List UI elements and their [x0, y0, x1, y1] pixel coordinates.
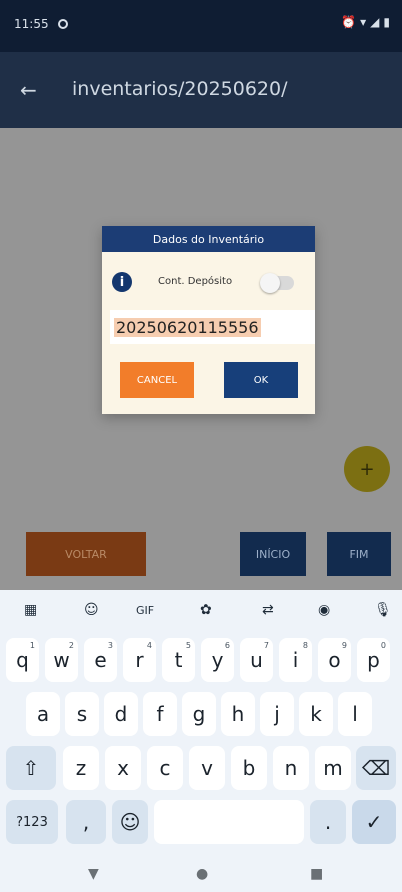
back-nav-icon[interactable]: ▼ — [88, 866, 99, 882]
sticker-icon[interactable]: ☺ — [84, 602, 99, 618]
key-hint: 7 — [263, 641, 269, 650]
key-hint: 4 — [146, 641, 152, 650]
alarm-icon: ⏰ — [341, 15, 357, 29]
cancel-button[interactable]: CANCEL — [120, 362, 194, 398]
key-u[interactable]: u7 — [240, 638, 273, 682]
key-y[interactable]: y6 — [201, 638, 234, 682]
key-s[interactable]: s — [65, 692, 99, 736]
key-d[interactable]: d — [104, 692, 138, 736]
key-e[interactable]: e3 — [84, 638, 117, 682]
status-icons: ⏰ ▾ ◢ ▮ — [341, 15, 390, 29]
key-label: q — [16, 648, 29, 672]
ok-button[interactable]: OK — [224, 362, 298, 398]
wifi-icon: ▾ — [360, 15, 367, 29]
key-w[interactable]: w2 — [45, 638, 78, 682]
key-p[interactable]: p0 — [357, 638, 390, 682]
key-v[interactable]: v — [189, 746, 225, 790]
gif-button[interactable]: GIF — [136, 604, 154, 617]
key-k[interactable]: k — [299, 692, 333, 736]
key-label: r — [135, 648, 144, 672]
enter-key[interactable]: ✓ — [352, 800, 396, 844]
key-hint: 1 — [29, 641, 35, 650]
plus-icon: + — [359, 458, 375, 480]
fim-button[interactable]: FIM — [327, 532, 391, 576]
add-fab-button[interactable]: + — [344, 446, 390, 492]
key-hint: 5 — [185, 641, 191, 650]
voltar-button[interactable]: VOLTAR — [26, 532, 146, 576]
inventory-id-field[interactable]: 20250620115556 — [110, 310, 315, 344]
key-o[interactable]: o9 — [318, 638, 351, 682]
key-m[interactable]: m — [315, 746, 351, 790]
key-hint: 8 — [302, 641, 308, 650]
key-hint: 3 — [107, 641, 113, 650]
key-hint: 9 — [341, 641, 347, 650]
key-b[interactable]: b — [231, 746, 267, 790]
status-bar: 11:55 ⏰ ▾ ◢ ▮ — [0, 0, 402, 52]
key-x[interactable]: x — [105, 746, 141, 790]
mic-icon[interactable]: 🎙 — [374, 602, 392, 618]
key-n[interactable]: n — [273, 746, 309, 790]
key-z[interactable]: z — [63, 746, 99, 790]
key-l[interactable]: l — [338, 692, 372, 736]
key-label: p — [367, 648, 380, 672]
key-label: e — [94, 648, 107, 672]
cont-deposito-toggle[interactable] — [260, 273, 294, 293]
cont-deposito-label: Cont. Depósito — [158, 276, 233, 287]
backspace-key[interactable]: ⌫ — [356, 746, 396, 790]
key-q[interactable]: q1 — [6, 638, 39, 682]
page-title: inventarios/20250620/ — [72, 78, 288, 100]
key-a[interactable]: a — [26, 692, 60, 736]
key-f[interactable]: f — [143, 692, 177, 736]
space-key[interactable] — [154, 800, 304, 844]
recents-nav-icon[interactable]: ■ — [310, 866, 323, 882]
home-nav-icon[interactable]: ● — [196, 866, 208, 882]
key-hint: 6 — [224, 641, 230, 650]
soft-keyboard: ▦ ☺ GIF ✿ ⇄ ◉ 🎙 — [0, 590, 402, 892]
keyboard-toolbar: ▦ ☺ GIF ✿ ⇄ ◉ 🎙 — [0, 590, 402, 630]
inventory-id-value: 20250620115556 — [114, 318, 261, 337]
key-r[interactable]: r4 — [123, 638, 156, 682]
cont-deposito-row: i Cont. Depósito — [112, 272, 305, 294]
key-t[interactable]: t5 — [162, 638, 195, 682]
notification-icon — [58, 19, 68, 29]
comma-key[interactable]: , — [66, 800, 106, 844]
settings-icon[interactable]: ✿ — [200, 602, 212, 618]
key-i[interactable]: i8 — [279, 638, 312, 682]
info-icon: i — [112, 272, 132, 292]
symbols-key[interactable]: ?123 — [6, 800, 58, 844]
key-g[interactable]: g — [182, 692, 216, 736]
key-j[interactable]: j — [260, 692, 294, 736]
inicio-button[interactable]: INÍCIO — [240, 532, 306, 576]
signal-icon: ◢ — [370, 15, 380, 29]
key-c[interactable]: c — [147, 746, 183, 790]
battery-icon: ▮ — [383, 15, 390, 29]
translate-icon[interactable]: ⇄ — [262, 602, 274, 618]
key-label: w — [53, 648, 70, 672]
key-h[interactable]: h — [221, 692, 255, 736]
emoji-key[interactable]: ☺ — [112, 800, 148, 844]
app-bar: ← inventarios/20250620/ — [0, 52, 402, 128]
key-label: u — [250, 648, 263, 672]
toggle-knob — [260, 273, 280, 293]
shift-key[interactable]: ⇧ — [6, 746, 56, 790]
apps-icon[interactable]: ▦ — [24, 602, 37, 618]
inventory-dialog: Dados do Inventário i Cont. Depósito 202… — [102, 226, 315, 414]
key-hint: 0 — [380, 641, 386, 650]
period-key[interactable]: . — [310, 800, 346, 844]
nav-bar: ▼ ● ■ — [0, 858, 402, 892]
key-hint: 2 — [68, 641, 74, 650]
key-label: y — [211, 648, 224, 672]
status-time: 11:55 — [14, 17, 49, 31]
back-icon[interactable]: ← — [20, 78, 37, 102]
palette-icon[interactable]: ◉ — [318, 602, 330, 618]
key-label: t — [174, 648, 183, 672]
key-label: o — [328, 648, 341, 672]
dialog-title: Dados do Inventário — [102, 226, 315, 252]
key-label: i — [292, 648, 299, 672]
